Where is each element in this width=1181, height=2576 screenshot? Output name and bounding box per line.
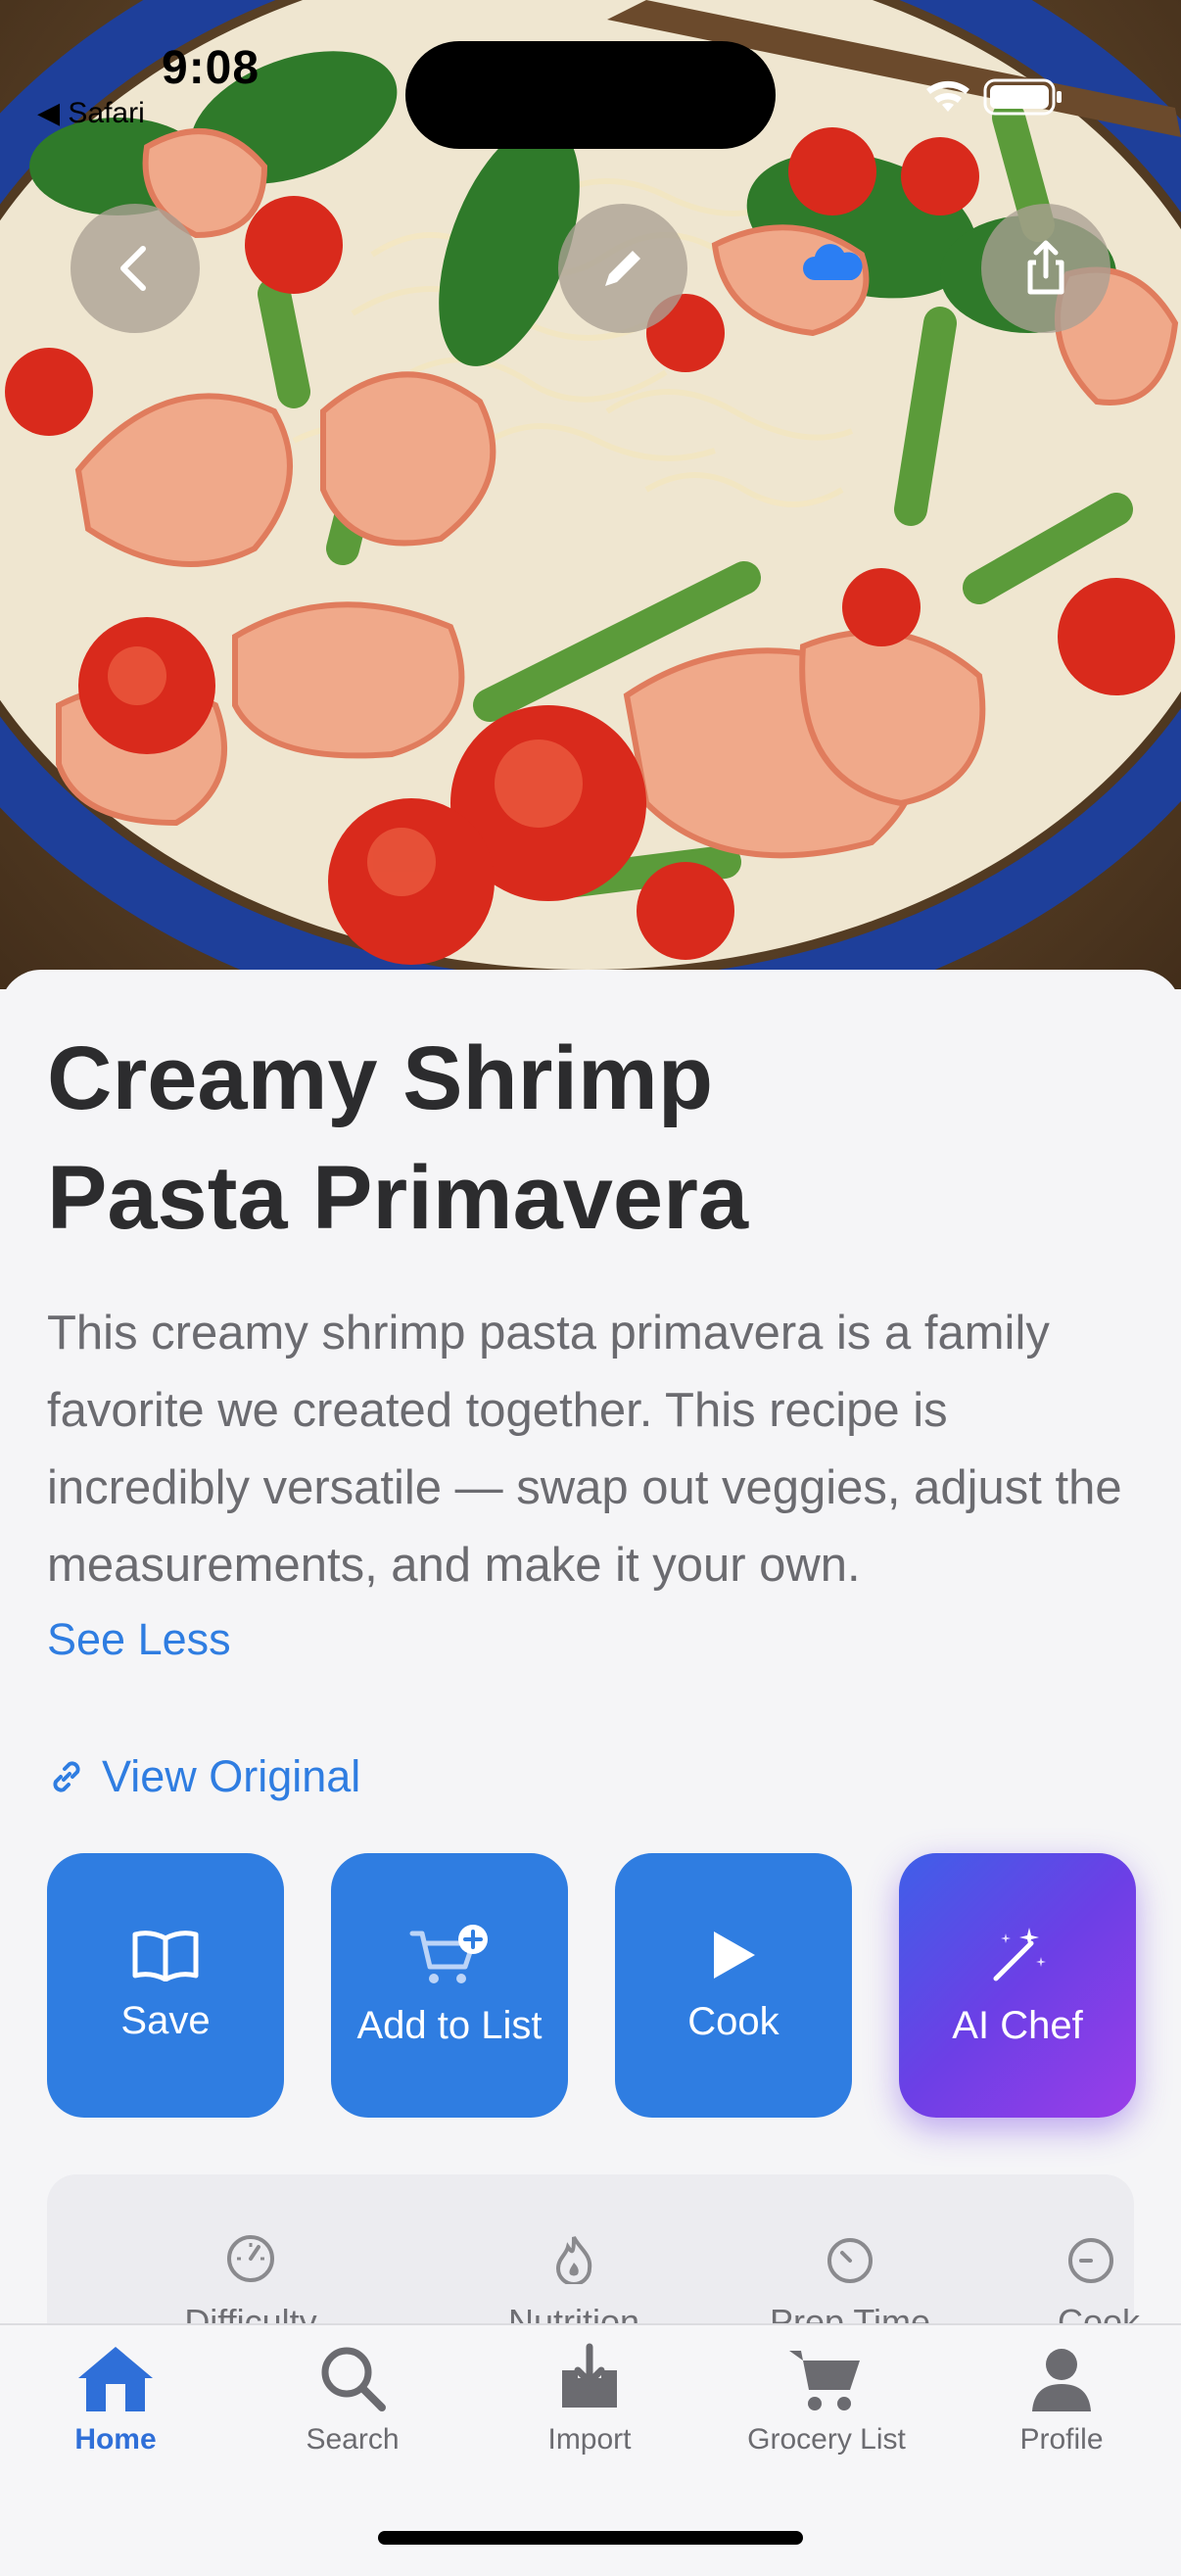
tab-home[interactable]: Home (18, 2343, 213, 2457)
tab-home-label: Home (74, 2423, 157, 2456)
play-icon (714, 1931, 755, 1979)
status-indicators (924, 72, 1071, 121)
link-icon (53, 1761, 80, 1792)
pencil-icon (605, 251, 640, 286)
tab-profile-label: Profile (1019, 2423, 1104, 2456)
house-icon (78, 2347, 153, 2411)
add-to-list-button[interactable]: Add to List (331, 1853, 568, 2118)
save-button[interactable]: Save (47, 1853, 284, 2118)
ai-chef-button[interactable]: AI Chef (899, 1853, 1136, 2118)
tab-search[interactable]: Search (255, 2343, 450, 2457)
tab-profile[interactable]: Profile (964, 2343, 1159, 2457)
edit-button[interactable] (558, 204, 687, 333)
magic-wand-icon (993, 1927, 1046, 1980)
magnifier-icon (321, 2347, 386, 2411)
share-button[interactable] (981, 204, 1110, 333)
cook-button[interactable]: Cook (615, 1853, 852, 2118)
flame-icon (555, 2236, 592, 2284)
cart-icon (789, 2351, 860, 2410)
back-to-safari-link[interactable]: ◀ Safari (37, 96, 145, 130)
timer-icon (1068, 2238, 1113, 2283)
person-icon (1032, 2349, 1091, 2411)
recipe-title-line-2: Pasta Primavera (47, 1148, 749, 1248)
cart-plus-icon (409, 1924, 488, 1983)
home-indicator (378, 2531, 803, 2545)
view-original-label: View Original (102, 1751, 361, 1801)
recipe-description: This creamy shrimp pasta primavera is a … (47, 1307, 1122, 1592)
ai-chef-label: AI Chef (952, 2003, 1083, 2047)
add-to-list-label: Add to List (356, 2003, 543, 2047)
view-original-link[interactable]: View Original (47, 1751, 360, 1802)
gauge-icon (227, 2235, 274, 2282)
see-less-link[interactable]: See Less (47, 1614, 231, 1665)
tab-grocery-list-label: Grocery List (747, 2423, 906, 2456)
cook-label: Cook (687, 1999, 779, 2043)
save-label: Save (120, 1998, 211, 2042)
cloud-sync-icon (803, 244, 863, 280)
wifi-icon (926, 80, 969, 112)
dynamic-island (405, 41, 776, 149)
recipe-title: Creamy Shrimp Pasta Primavera (47, 1019, 1124, 1258)
tab-import[interactable]: Import (492, 2343, 687, 2457)
share-icon (1027, 240, 1064, 295)
recipe-title-line-1: Creamy Shrimp (47, 1028, 714, 1128)
tab-grocery-list[interactable]: Grocery List (729, 2343, 924, 2457)
book-icon (132, 1930, 199, 1981)
tray-download-icon (562, 2343, 617, 2408)
battery-icon (983, 78, 1062, 116)
back-button[interactable] (71, 204, 200, 333)
tab-search-label: Search (306, 2423, 400, 2456)
timer-icon (827, 2238, 873, 2283)
tab-import-label: Import (547, 2423, 632, 2456)
chevron-left-icon (120, 246, 146, 291)
status-time: 9:08 (162, 42, 260, 94)
